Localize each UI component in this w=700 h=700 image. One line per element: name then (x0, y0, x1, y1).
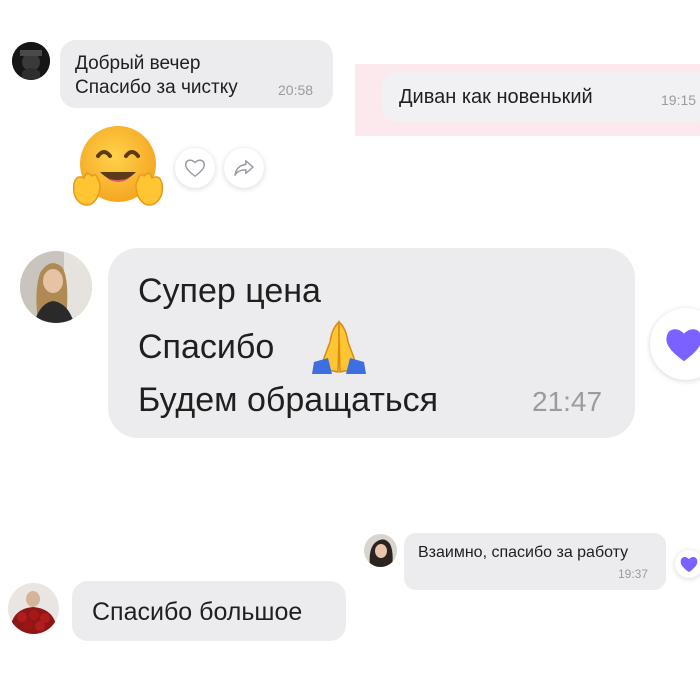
message-text: Спасибо большое (92, 598, 303, 626)
message-time: 20:58 (278, 82, 314, 98)
hugging-face-icon (72, 124, 164, 212)
avatar-dark-hair[interactable] (364, 534, 397, 567)
message-bubble-large[interactable]: Супер цена Спасибо Будем обращаться 21:4… (108, 248, 635, 438)
heart-filled-icon (666, 329, 700, 362)
avatar-photo-icon (20, 251, 92, 323)
message-bubble-reply[interactable]: Взаимно, спасибо за работу 19:37 (404, 533, 666, 590)
avatar-blonde[interactable] (20, 251, 92, 323)
avatar-photo-icon (364, 534, 397, 567)
like-button[interactable] (175, 148, 215, 188)
message-line: Добрый вечер (75, 53, 201, 74)
message-time: 21:47 (532, 386, 603, 417)
heart-outline-icon (185, 159, 205, 177)
avatar-photo-icon (12, 42, 50, 80)
folded-hands-icon (310, 318, 368, 374)
reaction-heart-button[interactable] (650, 308, 700, 380)
avatar-photo-icon (8, 583, 59, 634)
message-bubble-bottom[interactable]: Спасибо большое (72, 581, 346, 641)
message-line: Супер цена (138, 272, 321, 310)
reaction-heart-small[interactable] (675, 550, 700, 578)
heart-filled-icon (680, 557, 698, 573)
message-line: Будем обращаться (138, 381, 439, 419)
share-arrow-icon (234, 160, 254, 176)
message-line: Спасибо за чистку (75, 77, 238, 98)
message-line: Спасибо (138, 328, 275, 366)
share-button[interactable] (224, 148, 264, 188)
message-time: 19:37 (618, 567, 649, 581)
message-bubble-left[interactable]: Добрый вечер Спасибо за чистку 20:58 (60, 40, 333, 108)
message-bubble-right[interactable]: Диван как новенький 19:15 (382, 72, 700, 122)
avatar-dark[interactable] (12, 42, 50, 80)
message-text: Взаимно, спасибо за работу (418, 544, 629, 561)
message-time: 19:15 (661, 92, 697, 108)
message-text: Диван как новенький (399, 86, 593, 108)
avatar-roses[interactable] (8, 583, 59, 634)
